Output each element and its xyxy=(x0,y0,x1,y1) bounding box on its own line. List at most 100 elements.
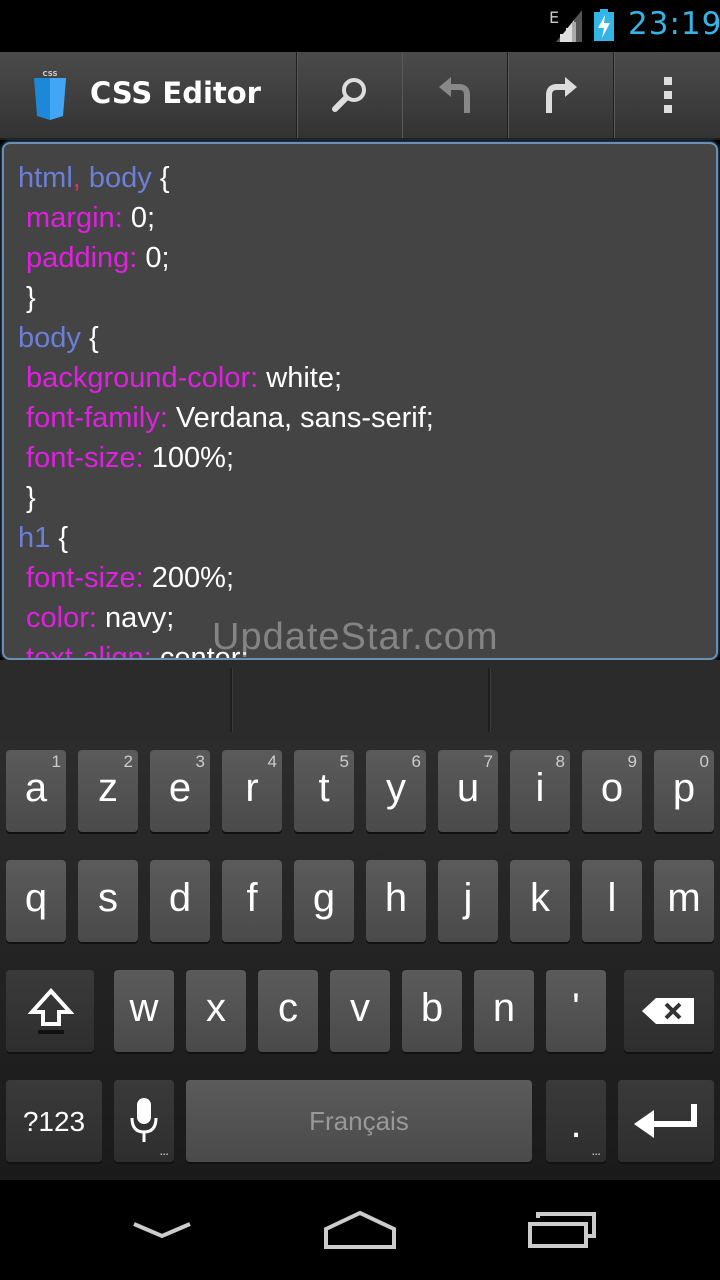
undo-button[interactable] xyxy=(402,52,508,138)
key-hint: 2 xyxy=(123,752,133,771)
redo-button[interactable] xyxy=(508,52,614,138)
code-line: font-size: 200%; xyxy=(18,558,434,598)
key-k[interactable]: k xyxy=(510,860,570,942)
period-key[interactable]: . ... xyxy=(546,1080,606,1162)
code-token: } xyxy=(18,282,36,314)
key-g[interactable]: g xyxy=(294,860,354,942)
key-label: s xyxy=(98,876,118,920)
code-token: navy; xyxy=(96,602,175,634)
app-title: CSS Editor xyxy=(90,76,261,110)
code-token: body xyxy=(18,322,81,354)
code-line: body { xyxy=(18,318,434,358)
period-key-label: . xyxy=(570,1102,582,1146)
key-h[interactable]: h xyxy=(366,860,426,942)
key-d[interactable]: d xyxy=(150,860,210,942)
backspace-key[interactable] xyxy=(624,970,714,1052)
key-p[interactable]: p0 xyxy=(654,750,714,832)
key-q[interactable]: q xyxy=(6,860,66,942)
key-hint: 1 xyxy=(51,752,61,771)
key-c[interactable]: c xyxy=(258,970,318,1052)
code-line: background-color: white; xyxy=(18,358,434,398)
enter-icon xyxy=(634,1104,697,1138)
key-i[interactable]: i8 xyxy=(510,750,570,832)
search-button[interactable] xyxy=(297,52,403,138)
more-dots: ... xyxy=(159,1142,169,1158)
clock: 23:19 xyxy=(628,6,720,42)
code-token: } xyxy=(18,482,36,514)
microphone-key[interactable]: ... xyxy=(114,1080,174,1162)
code-line: h1 { xyxy=(18,518,434,558)
key-r[interactable]: r4 xyxy=(222,750,282,832)
key-hint: 6 xyxy=(411,752,421,771)
suggestion-divider xyxy=(488,668,491,732)
code-token: Verdana, sans-serif; xyxy=(167,402,434,434)
key-label: u xyxy=(456,766,480,810)
suggestion-strip[interactable] xyxy=(0,660,720,740)
key-label: j xyxy=(463,876,473,920)
key-label: m xyxy=(667,876,701,920)
code-line: } xyxy=(18,278,434,318)
code-line: font-size: 100%; xyxy=(18,438,434,478)
key-x[interactable]: x xyxy=(186,970,246,1052)
more-dots: ... xyxy=(591,1142,601,1158)
key-l[interactable]: l xyxy=(582,860,642,942)
code-token: color: xyxy=(18,602,97,634)
key-b[interactable]: b xyxy=(402,970,462,1052)
code-editor[interactable]: html, body { margin: 0; padding: 0; } bod… xyxy=(2,142,718,660)
back-button[interactable] xyxy=(102,1200,222,1260)
key-a[interactable]: a1 xyxy=(6,750,66,832)
key-n[interactable]: n xyxy=(474,970,534,1052)
key-hint: 4 xyxy=(267,752,277,771)
code-token: text-align: xyxy=(18,642,152,660)
battery-charging-icon xyxy=(594,9,614,41)
key-w[interactable]: w xyxy=(114,970,174,1052)
action-bar: CSS CSS Editor xyxy=(0,52,720,140)
code-token: margin: xyxy=(18,202,123,234)
key-label: p xyxy=(672,766,696,810)
shift-key[interactable] xyxy=(6,970,94,1052)
css-logo-icon: CSS xyxy=(34,70,66,120)
navigation-bar xyxy=(0,1180,720,1280)
key-label: ' xyxy=(572,986,580,1030)
key-apostrophe[interactable]: ' xyxy=(546,970,606,1052)
key-v[interactable]: v xyxy=(330,970,390,1052)
overflow-menu-button[interactable] xyxy=(614,52,720,138)
key-label: q xyxy=(24,876,48,920)
home-button[interactable] xyxy=(300,1200,420,1260)
key-hint: 3 xyxy=(195,752,205,771)
svg-text:CSS: CSS xyxy=(42,70,57,78)
code-token: 100%; xyxy=(143,442,235,474)
key-label: z xyxy=(98,766,118,810)
enter-key[interactable] xyxy=(618,1080,714,1162)
key-f[interactable]: f xyxy=(222,860,282,942)
recent-apps-button[interactable] xyxy=(502,1200,622,1260)
key-z[interactable]: z2 xyxy=(78,750,138,832)
code-line: font-family: Verdana, sans-serif; xyxy=(18,398,434,438)
home-icon xyxy=(324,1210,396,1249)
symbols-key[interactable]: ?123 xyxy=(6,1080,102,1162)
soft-keyboard: a1z2e3r4t5y6u7i8o9p0 qsdfghjklm w x c v b n ' … xyxy=(0,740,720,1180)
key-s[interactable]: s xyxy=(78,860,138,942)
backspace-icon xyxy=(642,998,694,1024)
key-label: t xyxy=(318,766,330,810)
key-t[interactable]: t5 xyxy=(294,750,354,832)
app-home[interactable]: CSS CSS Editor xyxy=(0,52,297,138)
key-u[interactable]: u7 xyxy=(438,750,498,832)
code-token: html xyxy=(18,162,73,194)
key-m[interactable]: m xyxy=(654,860,714,942)
key-o[interactable]: o9 xyxy=(582,750,642,832)
hide-keyboard-icon xyxy=(133,1222,191,1239)
key-label: v xyxy=(350,986,370,1030)
key-y[interactable]: y6 xyxy=(366,750,426,832)
code-line: } xyxy=(18,478,434,518)
space-key[interactable]: Français xyxy=(186,1080,532,1162)
key-label: b xyxy=(420,986,444,1030)
key-label: o xyxy=(600,766,624,810)
code-token: 200%; xyxy=(143,562,235,594)
code-token: { xyxy=(151,162,170,194)
code-text[interactable]: html, body { margin: 0; padding: 0; } bod… xyxy=(18,158,434,660)
suggestion-divider xyxy=(230,668,233,732)
key-j[interactable]: j xyxy=(438,860,498,942)
code-token: padding: xyxy=(18,242,138,274)
key-e[interactable]: e3 xyxy=(150,750,210,832)
